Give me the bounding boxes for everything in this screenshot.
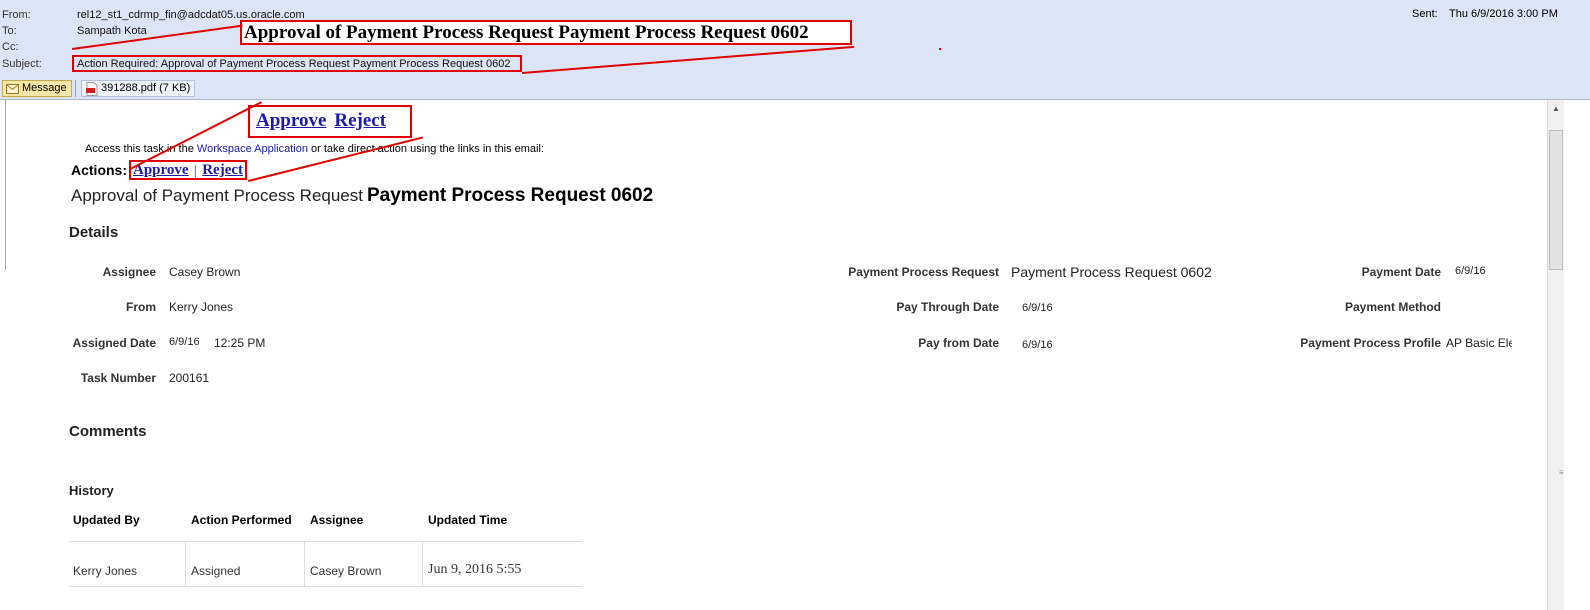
message-button[interactable]: Message [2, 80, 72, 97]
body-left-border [5, 100, 6, 270]
cell-action-performed: Assigned [191, 564, 241, 578]
sent-value: Thu 6/9/2016 3:00 PM [1449, 8, 1558, 20]
vertical-scrollbar[interactable]: ▲ [1547, 100, 1564, 610]
red-dot-mark [939, 48, 941, 50]
payment-date-label: Payment Date [1361, 265, 1441, 279]
reject-zoom-text: Reject [334, 110, 387, 131]
assigned-date-value: 6/9/16 [169, 336, 200, 348]
column-divider [185, 542, 186, 586]
attachment-toolbar: Message 391288.pdf (7 KB) [0, 77, 1590, 100]
approve-zoom-text: Approve [256, 110, 327, 131]
from-field-label: From [126, 300, 156, 314]
reject-link[interactable]: Reject [202, 162, 243, 179]
title-prefix: Approval of Payment Process Request [71, 186, 363, 205]
subject-label: Subject: [2, 58, 42, 70]
actions-separator: | [193, 162, 198, 178]
right-margin [1566, 100, 1590, 610]
details-heading: Details [69, 224, 119, 241]
envelope-icon [6, 83, 19, 94]
scroll-up-arrow-icon[interactable]: ▲ [1548, 100, 1564, 117]
column-divider [422, 542, 423, 586]
pdf-file-icon [86, 81, 98, 96]
workspace-application-link[interactable]: Workspace Application [197, 143, 308, 155]
message-body: Approve Reject Access this task in the Wo… [0, 100, 1590, 610]
message-button-label: Message [22, 82, 67, 94]
toolbar-divider [75, 80, 76, 97]
task-number-label: Task Number [80, 371, 156, 385]
actions-zoom-callout: Approve Reject [248, 105, 412, 138]
column-divider [304, 542, 305, 586]
from-field-value: Kerry Jones [169, 300, 234, 314]
page-title: Approval of Payment Process Request Payme… [71, 185, 653, 207]
ppr-label: Payment Process Request [848, 265, 999, 279]
pdf-attachment[interactable]: 391288.pdf (7 KB) [81, 80, 196, 97]
payment-profile-value: AP Basic Ele [1446, 336, 1512, 350]
assignee-value: Casey Brown [169, 265, 241, 279]
from-label: From: [2, 9, 31, 21]
subject-value: Action Required: Approval of Payment Pro… [77, 58, 511, 70]
access-instructions: Access this task in the Workspace Applic… [85, 143, 544, 155]
cc-label: Cc: [2, 41, 19, 53]
title-request-name: Payment Process Request 0602 [366, 185, 654, 206]
pay-from-date-value: 6/9/16 [1022, 339, 1053, 351]
pay-through-date-value: 6/9/16 [1022, 302, 1053, 314]
assigned-time-value: 12:25 PM [214, 336, 266, 350]
ppr-value: Payment Process Request 0602 [1011, 264, 1212, 280]
col-updated-by: Updated By [73, 513, 140, 527]
payment-method-label: Payment Method [1344, 300, 1441, 314]
actions-label: Actions: [71, 162, 127, 178]
actions-highlight-box: Approve | Reject [129, 160, 247, 180]
col-assignee: Assignee [310, 513, 364, 527]
col-action-performed: Action Performed [191, 513, 292, 527]
table-row: Kerry Jones Assigned Casey Brown Jun 9, … [69, 541, 582, 587]
scrollbar-thumb[interactable] [1549, 130, 1563, 270]
assignee-label: Assignee [102, 265, 156, 279]
pay-from-date-label: Pay from Date [918, 336, 999, 350]
message-header: From: rel12_st1_cdrmp_fin@adcdat05.us.or… [0, 0, 1590, 77]
assigned-date-label: Assigned Date [72, 336, 156, 350]
payment-profile-label: Payment Process Profile [1300, 336, 1441, 350]
payment-date-value: 6/9/16 [1455, 265, 1486, 277]
col-updated-time: Updated Time [428, 513, 508, 527]
cell-updated-by: Kerry Jones [73, 564, 138, 578]
to-label: To: [2, 25, 17, 37]
sent-label: Sent: [1412, 8, 1438, 20]
cell-updated-time: Jun 9, 2016 5:55 [428, 562, 522, 577]
attachment-label: 391288.pdf (7 KB) [101, 82, 191, 94]
task-number-value: 200161 [169, 371, 210, 385]
comments-heading: Comments [69, 423, 147, 440]
access-suffix: or take direct action using the links in… [307, 143, 544, 155]
history-heading: History [69, 483, 114, 498]
actions-row: Actions: Approve | Reject [71, 160, 247, 180]
cell-assignee: Casey Brown [310, 564, 382, 578]
subject-zoom-callout: Approval of Payment Process Request Paym… [240, 20, 852, 45]
to-value[interactable]: Sampath Kota [77, 24, 147, 38]
pay-through-date-label: Pay Through Date [896, 300, 999, 314]
access-prefix: Access this task in the [85, 143, 197, 155]
